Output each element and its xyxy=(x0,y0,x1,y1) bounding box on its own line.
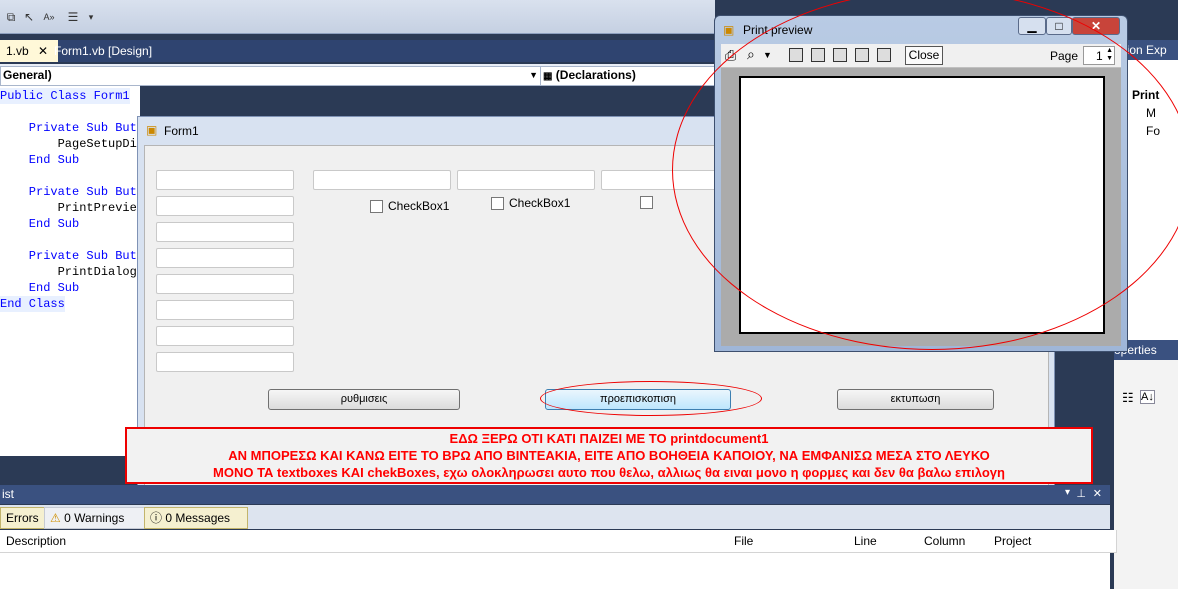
close-icon[interactable]: ✕ xyxy=(38,44,48,58)
code-line: Public Class Form1 xyxy=(0,88,130,104)
column-header[interactable]: Description xyxy=(0,530,735,553)
textbox[interactable] xyxy=(156,196,294,216)
toolbar-list-icon[interactable]: ☰ xyxy=(66,10,80,24)
messages-filter[interactable]: ⓘ 0 Messages xyxy=(144,507,248,529)
declarations-bar: General) ▼ ▦ (Declarations) xyxy=(0,64,724,86)
categorized-icon[interactable]: ☷ xyxy=(1122,390,1134,406)
properties-panel: operties ☷ A↓ xyxy=(1114,340,1178,589)
declarations-icon: ▦ xyxy=(543,71,553,82)
settings-button[interactable]: ρυθμισεις xyxy=(268,389,460,410)
code-text: PrintDialog xyxy=(0,265,137,279)
error-list-title: ist xyxy=(2,487,14,501)
errors-filter[interactable]: Errors xyxy=(0,507,50,529)
code-line: Private Sub But xyxy=(0,184,137,200)
code-line: Private Sub But xyxy=(0,120,137,136)
print-button[interactable]: εκτυπωση xyxy=(837,389,994,410)
code-line: End Sub xyxy=(0,152,79,168)
error-list-filters: Errors ⚠ 0 Warnings ⓘ 0 Messages xyxy=(0,505,1110,529)
ide-toolbar: ⧉ ↖ A» ☰ ▾ xyxy=(0,0,715,34)
document-tabs: 1.vb ✕ Form1.vb [Design] xyxy=(0,40,715,62)
code-line: End Class xyxy=(0,296,65,312)
textbox[interactable] xyxy=(156,300,294,320)
checkbox-2-label: CheckBox1 xyxy=(509,196,571,210)
highlight-ellipse xyxy=(672,0,1178,350)
code-text: End Sub xyxy=(0,217,80,231)
error-list-grid: Description File Line Column Project xyxy=(0,530,1117,589)
warnings-filter[interactable]: ⚠ 0 Warnings xyxy=(44,507,148,529)
tab-code-file-label: 1.vb xyxy=(6,44,29,58)
annotation-note: ΕΔΩ ΞΕΡΩ ΟΤΙ ΚΑΤΙ ΠΑΙΖΕΙ ΜΕ ΤΟ printdocu… xyxy=(125,427,1093,484)
textbox[interactable] xyxy=(156,248,294,268)
info-icon: ⓘ xyxy=(150,511,163,525)
member-combo[interactable]: ▦ (Declarations) xyxy=(540,66,724,86)
code-text: End Sub xyxy=(0,153,80,167)
checkbox-1-label: CheckBox1 xyxy=(388,199,450,213)
code-text: PageSetupDi xyxy=(0,137,137,151)
textbox[interactable] xyxy=(156,352,294,372)
column-header[interactable]: Column xyxy=(918,530,995,553)
code-text: PrintPrevie xyxy=(0,201,137,215)
object-combo[interactable]: General) ▼ xyxy=(0,66,542,86)
code-line: PrintDialog xyxy=(0,264,137,280)
object-combo-value: General) xyxy=(3,68,52,82)
textbox[interactable] xyxy=(156,170,294,190)
checkbox-1[interactable] xyxy=(370,200,383,213)
warning-icon: ⚠ xyxy=(50,511,61,525)
dropdown-icon[interactable]: ▾ xyxy=(1065,487,1070,498)
code-line: PrintPrevie xyxy=(0,200,137,216)
textbox[interactable] xyxy=(156,274,294,294)
pin-icon[interactable]: ⊥ xyxy=(1076,487,1086,500)
annotation-line: ΑΝ ΜΠΟΡΕΣΩ ΚΑΙ ΚΑΝΩ ΕΙΤΕ ΤΟ ΒΡΩ ΑΠΟ ΒΙΝΤ… xyxy=(228,448,990,463)
close-icon[interactable]: ✕ xyxy=(1093,487,1102,500)
form1-title: Form1 xyxy=(164,124,199,138)
highlight-ellipse xyxy=(540,381,762,416)
annotation-line: ΕΔΩ ΞΕΡΩ ΟΤΙ ΚΑΤΙ ΠΑΙΖΕΙ ΜΕ ΤΟ printdocu… xyxy=(449,431,769,446)
code-editor[interactable]: Public Class Form1 Private Sub But PageS… xyxy=(0,86,140,456)
form-icon: ▣ xyxy=(723,23,735,37)
column-header[interactable]: File xyxy=(728,530,855,553)
checkbox-3[interactable] xyxy=(640,196,653,209)
code-line: End Sub xyxy=(0,216,79,232)
code-line: PageSetupDi xyxy=(0,136,137,152)
toolbar-dropdown-icon[interactable]: ▾ xyxy=(84,10,98,24)
code-line: End Sub xyxy=(0,280,79,296)
code-text: Public Class Form1 xyxy=(0,89,130,103)
sort-alpha-icon[interactable]: A↓ xyxy=(1140,390,1155,404)
tab-form-design[interactable]: Form1.vb [Design] xyxy=(48,40,220,62)
code-text: End Class xyxy=(0,297,65,311)
code-text: Private Sub But xyxy=(0,249,137,263)
column-header[interactable]: Line xyxy=(848,530,925,553)
column-header[interactable]: Project xyxy=(988,530,1117,553)
code-text: End Sub xyxy=(0,281,80,295)
textbox[interactable] xyxy=(457,170,595,190)
warnings-filter-label: 0 Warnings xyxy=(64,511,125,525)
member-combo-value: (Declarations) xyxy=(555,68,636,82)
code-line: Private Sub But xyxy=(0,248,137,264)
chevron-down-icon[interactable]: ▼ xyxy=(529,67,538,83)
code-text: Private Sub But xyxy=(0,121,137,135)
toolbar-pointer-icon[interactable]: ↖ xyxy=(22,10,36,24)
textbox[interactable] xyxy=(313,170,451,190)
textbox[interactable] xyxy=(156,222,294,242)
messages-filter-label: 0 Messages xyxy=(165,511,231,525)
code-text: Private Sub But xyxy=(0,185,137,199)
toolbar-align-icon[interactable]: ⧉ xyxy=(4,10,18,24)
error-list-header: ist ▾ ⊥ ✕ xyxy=(0,485,1110,504)
checkbox-2[interactable] xyxy=(491,197,504,210)
annotation-line: ΜΟΝΟ ΤΑ textboxes ΚΑΙ chekBoxes, εχω ολο… xyxy=(213,465,1005,480)
toolbar-font-icon[interactable]: A» xyxy=(42,10,56,24)
form-icon: ▣ xyxy=(146,123,158,137)
textbox[interactable] xyxy=(156,326,294,346)
